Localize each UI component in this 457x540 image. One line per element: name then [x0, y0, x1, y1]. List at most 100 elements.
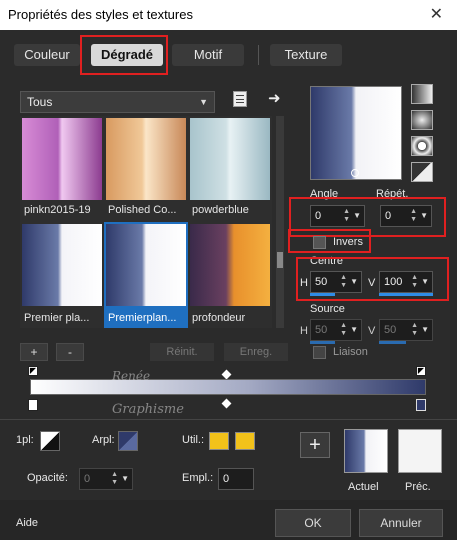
list-item[interactable]: Polished Co... [104, 116, 188, 220]
chevron-down-icon[interactable]: ▼ [350, 325, 358, 334]
center-h-spinner[interactable]: 50 ▲ ▼ ▼ [310, 271, 362, 293]
invert-checkbox[interactable] [313, 236, 326, 249]
window-title: Propriétés des styles et textures [8, 7, 193, 22]
link-checkbox[interactable] [313, 346, 326, 359]
linear-style-button[interactable] [411, 84, 433, 104]
gradient-thumbnail [22, 118, 102, 200]
color-stop-icon[interactable] [28, 399, 38, 411]
source-v-spinner[interactable]: 50 ▲ ▼ ▼ [379, 319, 433, 341]
add-gradient-button[interactable]: + [20, 343, 48, 361]
close-icon[interactable]: ✕ [430, 4, 443, 24]
center-h-value: 50 [315, 276, 328, 288]
chevron-down-icon[interactable]: ▼ [121, 474, 129, 483]
spin-arrows-icon[interactable]: ▲ ▼ [410, 208, 417, 224]
radial-style-button[interactable] [411, 110, 433, 130]
center-v-level [379, 293, 433, 296]
tab-bar: Couleur Dégradé Motif Texture [0, 30, 457, 84]
chevron-down-icon[interactable]: ▼ [353, 211, 361, 220]
tab-motif[interactable]: Motif [172, 44, 244, 66]
current-label: Actuel [348, 481, 379, 493]
source-h-spinner[interactable]: 50 ▲ ▼ ▼ [310, 319, 362, 341]
corner-type-button[interactable] [40, 431, 60, 451]
spin-arrows-icon[interactable]: ▲ ▼ [340, 322, 347, 338]
invert-label: Invers [333, 236, 363, 248]
spin-arrows-icon[interactable]: ▲ ▼ [411, 274, 418, 290]
angle-spinner[interactable]: 0 ▲ ▼ ▼ [310, 205, 365, 227]
tab-separator [258, 45, 259, 65]
gradient-bar[interactable] [30, 379, 426, 395]
center-h-label: H [300, 277, 308, 289]
source-v-level [379, 341, 406, 344]
chevron-down-icon[interactable]: ▼ [420, 211, 428, 220]
util-label: Util.: [182, 434, 204, 446]
list-item[interactable]: Premier pla... [20, 222, 104, 328]
chevron-down-icon[interactable]: ▼ [350, 277, 358, 286]
chevron-down-icon[interactable]: ▼ [421, 325, 429, 334]
gradient-library: pinkn2015-19 Polished Co... powderblue P… [20, 116, 272, 328]
save-button[interactable]: Enreg. [224, 343, 288, 361]
chevron-down-icon[interactable]: ▼ [421, 277, 429, 286]
tab-couleur[interactable]: Couleur [14, 44, 80, 66]
spin-arrows-icon[interactable]: ▲ ▼ [340, 274, 347, 290]
opacity-spinner[interactable]: 0 ▲ ▼ ▼ [79, 468, 133, 490]
list-item[interactable]: pinkn2015-19 [20, 116, 104, 220]
source-h-value: 50 [315, 324, 328, 336]
background-swatch[interactable] [235, 432, 255, 450]
center-v-spinner[interactable]: 100 ▲ ▼ ▼ [379, 271, 433, 293]
empl-label: Empl.: [182, 472, 214, 484]
opacity-value: 0 [84, 473, 91, 485]
scrollbar-thumb[interactable] [277, 252, 283, 268]
divider [0, 419, 457, 420]
arrow-right-icon[interactable]: ➜ [268, 89, 281, 107]
empl-input[interactable]: 0 [218, 468, 254, 490]
gradient-thumbnail [106, 224, 186, 306]
list-item[interactable]: powderblue [188, 116, 272, 220]
spin-arrows-icon[interactable]: ▲ ▼ [343, 208, 350, 224]
tab-texture[interactable]: Texture [270, 44, 342, 66]
previous-label: Préc. [405, 481, 431, 493]
list-view-icon[interactable] [233, 91, 247, 107]
title-bar: Propriétés des styles et textures ✕ [0, 0, 457, 30]
spin-arrows-icon[interactable]: ▲ ▼ [111, 471, 118, 487]
tab-degrade[interactable]: Dégradé [91, 44, 163, 66]
watermark-line1: Renée [112, 369, 151, 383]
footer: Aide OK Annuler [0, 500, 457, 540]
opacity-label: Opacité: [27, 472, 68, 484]
spin-arrows-icon[interactable]: ▲ ▼ [411, 322, 418, 338]
source-h-level [310, 341, 335, 344]
category-dropdown[interactable]: Tous ▼ [20, 91, 215, 113]
gradient-name: pinkn2015-19 [24, 204, 91, 216]
opacity-stop-icon[interactable]: ◤ [416, 366, 426, 376]
gradient-name: powderblue [192, 204, 249, 216]
previous-swatch[interactable] [398, 429, 442, 473]
color-midpoint-icon[interactable] [221, 398, 232, 409]
opacity-stop-icon[interactable]: ◤ [28, 366, 38, 376]
pl-label: 1pl: [16, 434, 34, 446]
gradient-preview[interactable] [310, 86, 402, 180]
rectangular-style-button[interactable] [411, 136, 433, 156]
gradient-name: Premier pla... [24, 312, 90, 324]
bg-type-button[interactable] [118, 431, 138, 451]
ok-button[interactable]: OK [275, 509, 351, 537]
list-item-selected[interactable]: Premierplan... [104, 222, 188, 328]
list-item[interactable]: profondeur [188, 222, 272, 328]
watermark-line2: Graphisme [112, 402, 184, 417]
gradient-thumbnail [106, 118, 186, 200]
center-h-level [310, 293, 335, 296]
cancel-button[interactable]: Annuler [359, 509, 443, 537]
color-stop-icon[interactable] [416, 399, 426, 411]
foreground-swatch[interactable] [209, 432, 229, 450]
center-marker-icon[interactable] [351, 169, 359, 177]
remove-gradient-button[interactable]: - [56, 343, 84, 361]
source-v-label: V [368, 325, 376, 337]
scrollbar[interactable] [276, 116, 284, 328]
sunburst-style-button[interactable] [411, 162, 433, 182]
reset-button[interactable]: Réinit. [150, 343, 214, 361]
repeat-spinner[interactable]: 0 ▲ ▼ ▼ [380, 205, 432, 227]
current-swatch[interactable] [344, 429, 388, 473]
center-v-value: 100 [384, 276, 403, 288]
add-swatch-button[interactable]: + [300, 432, 330, 458]
angle-value: 0 [315, 210, 322, 222]
help-link[interactable]: Aide [16, 517, 38, 529]
opacity-midpoint-icon[interactable] [221, 369, 232, 380]
